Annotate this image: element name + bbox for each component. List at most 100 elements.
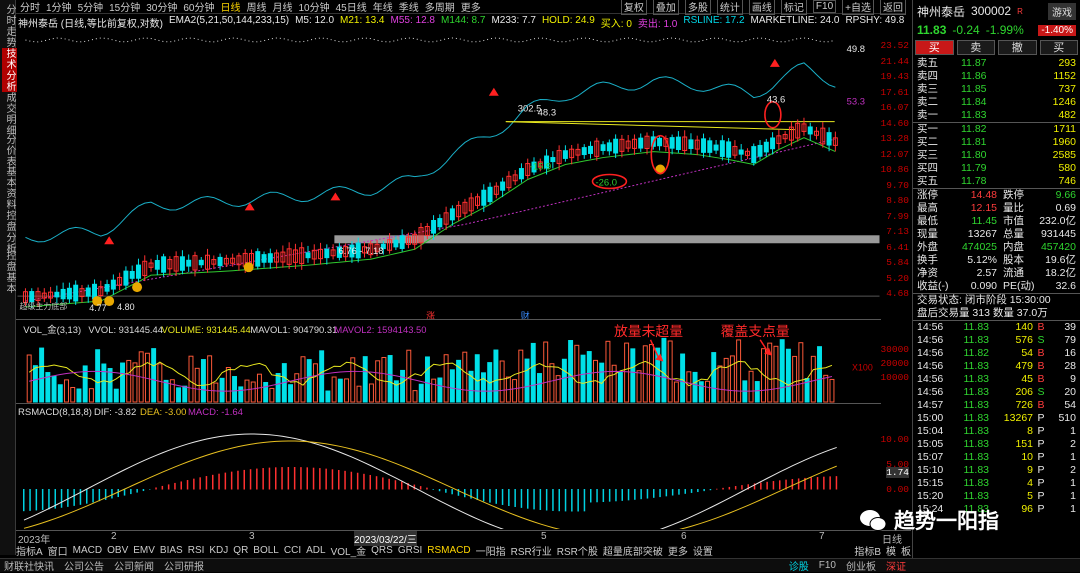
stock-code: 300002 xyxy=(971,4,1012,18)
indicator-tab-5[interactable]: BIAS xyxy=(160,545,183,556)
indicator-b-0[interactable]: 指标B xyxy=(854,543,881,558)
macd-bar xyxy=(344,470,346,490)
buy-button[interactable]: 买 xyxy=(915,40,954,55)
period-11[interactable]: 年线 xyxy=(373,0,393,14)
ask-row-1[interactable]: 卖四 11.86 1152 xyxy=(917,70,1076,83)
left-tab-4[interactable]: 基本资料 xyxy=(2,166,17,210)
period-1[interactable]: 1分钟 xyxy=(46,0,72,14)
macd-bar xyxy=(401,481,403,490)
candle-body xyxy=(135,264,141,279)
indicator-tab-3[interactable]: OBV xyxy=(107,545,128,556)
footer-announcements[interactable]: 公司公告 xyxy=(64,558,104,573)
toolbar-btn-7[interactable]: +自选 xyxy=(842,0,874,15)
ask-row-0[interactable]: 卖五 11.87 293 xyxy=(917,57,1076,70)
ask-row-2[interactable]: 卖三 11.85 737 xyxy=(917,83,1076,96)
indicator-tab-4[interactable]: EMV xyxy=(133,545,155,556)
toolbar-btn-5[interactable]: 标记 xyxy=(780,0,807,15)
period-6[interactable]: 日线 xyxy=(221,0,241,14)
footer-board[interactable]: 创业板 xyxy=(846,558,876,573)
macd-bar xyxy=(41,489,44,510)
left-tab-5[interactable]: 控盘分析 xyxy=(2,210,17,254)
indicator-tab-1[interactable]: 窗口 xyxy=(48,543,68,558)
left-tab-3[interactable]: 分价表 xyxy=(2,134,17,167)
indicator-b-1[interactable]: 模 xyxy=(886,543,896,558)
ask-row-3[interactable]: 卖二 11.84 1246 xyxy=(917,96,1076,109)
indicator-tab-0[interactable]: 指标A xyxy=(16,543,43,558)
period-8[interactable]: 月线 xyxy=(273,0,293,14)
volume-bar xyxy=(673,381,679,403)
indicator-tab-7[interactable]: KDJ xyxy=(209,545,228,556)
event-marker-2[interactable]: 财 xyxy=(521,310,530,320)
indicator-b-2[interactable]: 板 xyxy=(901,543,911,558)
macd-bar xyxy=(375,476,378,490)
indicator-tab-20[interactable]: 更多 xyxy=(668,543,688,558)
indicator-tab-2[interactable]: MACD xyxy=(73,545,102,556)
period-2[interactable]: 5分钟 xyxy=(78,0,104,14)
left-tab-0[interactable]: 分时走势 xyxy=(2,4,17,48)
period-12[interactable]: 季线 xyxy=(399,0,419,14)
toolbar-btn-3[interactable]: 统计 xyxy=(716,0,743,15)
stock-name: 神州泰岳 xyxy=(917,4,966,19)
period-13[interactable]: 多周期 xyxy=(425,0,455,14)
indicator-tab-13[interactable]: QRS xyxy=(371,545,393,556)
footer-f10[interactable]: F10 xyxy=(819,560,836,571)
kline-chart[interactable]: 302.5 48.3 -15.9 -26.0 43.6 53.3 49.8 6.… xyxy=(16,30,881,320)
period-14[interactable]: 更多 xyxy=(461,0,481,14)
bid-row-3[interactable]: 买四 11.79 580 xyxy=(917,162,1076,175)
volume-bar xyxy=(70,386,76,403)
left-tab-1[interactable]: 技术分析 xyxy=(2,48,17,92)
toolbar-btn-2[interactable]: 多股 xyxy=(684,0,711,15)
period-4[interactable]: 30分钟 xyxy=(146,0,177,14)
footer-research[interactable]: 公司研报 xyxy=(164,558,204,573)
bid-row-2[interactable]: 买三 11.80 2585 xyxy=(917,149,1076,162)
buy-alt-button[interactable]: 买 xyxy=(1039,40,1078,55)
indicator-tab-21[interactable]: 设置 xyxy=(693,543,713,558)
indicator-tab-8[interactable]: QR xyxy=(233,545,248,556)
vol-mavol1: MAVOL1: 904790.31 xyxy=(250,325,337,335)
indicator-tab-9[interactable]: BOLL xyxy=(253,545,279,556)
cancel-button[interactable]: 撤 xyxy=(998,40,1037,55)
left-tab-2[interactable]: 成交明细 xyxy=(2,92,17,136)
bid-row-1[interactable]: 买二 11.81 1960 xyxy=(917,136,1076,149)
indicator-tab-17[interactable]: RSR行业 xyxy=(511,543,552,558)
footer-news-flash[interactable]: 财联社快讯 xyxy=(4,558,54,573)
ask-row-4[interactable]: 卖一 11.83 482 xyxy=(917,109,1076,122)
indicator-tab-14[interactable]: GRSI xyxy=(398,545,422,556)
left-tab-6[interactable]: 控盘基本 xyxy=(2,250,17,294)
volume-chart[interactable]: VOL_金(3,13) VVOL: 931445.44 VOLUME: 9314… xyxy=(16,322,881,404)
toolbar-btn-0[interactable]: 复权 xyxy=(620,0,647,15)
footer-diagnose[interactable]: 诊股 xyxy=(789,558,809,573)
period-3[interactable]: 15分钟 xyxy=(109,0,140,14)
indicator-tab-19[interactable]: 超量底部突破 xyxy=(603,543,663,558)
indicator-tab-11[interactable]: ADL xyxy=(306,545,325,556)
candle-body xyxy=(518,168,524,180)
period-0[interactable]: 分时 xyxy=(20,0,40,14)
period-9[interactable]: 10分钟 xyxy=(299,0,330,14)
event-marker-1[interactable]: 涨 xyxy=(426,311,435,320)
period-10[interactable]: 45日线 xyxy=(336,0,367,14)
sell-button[interactable]: 卖 xyxy=(956,40,995,55)
period-5[interactable]: 60分钟 xyxy=(183,0,214,14)
indicator-tab-10[interactable]: CCI xyxy=(284,545,301,556)
footer-company-news[interactable]: 公司新闻 xyxy=(114,558,154,573)
label-480: 4.80 xyxy=(117,302,134,312)
candle-body xyxy=(562,150,568,159)
toolbar-btn-8[interactable]: 返回 xyxy=(880,0,906,15)
indicator-tab-18[interactable]: RSR个股 xyxy=(557,543,598,558)
macd-bar xyxy=(816,477,819,490)
bid-row-0[interactable]: 买一 11.82 1711 xyxy=(917,123,1076,136)
tab-game[interactable]: 游戏 xyxy=(1048,2,1076,20)
bid-row-4[interactable]: 买五 11.78 746 xyxy=(917,175,1076,188)
candle-body xyxy=(638,137,644,149)
indicator-tab-16[interactable]: 一阳指 xyxy=(476,543,506,558)
indicator-tab-12[interactable]: VOL_金 xyxy=(331,543,367,558)
toolbar-btn-6[interactable]: F10 xyxy=(812,0,837,13)
toolbar-btn-4[interactable]: 画线 xyxy=(748,0,775,15)
footer-index[interactable]: 深证 xyxy=(886,558,906,573)
toolbar-btn-1[interactable]: 叠加 xyxy=(652,0,679,15)
indicator-tab-15[interactable]: RSMACD xyxy=(427,545,470,556)
indicator-tab-6[interactable]: RSI xyxy=(188,545,205,556)
macd-chart[interactable]: RSMACD(8,18,8) DIF: -3.82 DEA: -3.00 MAC… xyxy=(16,404,881,529)
volume-bar xyxy=(213,382,219,403)
period-7[interactable]: 周线 xyxy=(247,0,267,14)
